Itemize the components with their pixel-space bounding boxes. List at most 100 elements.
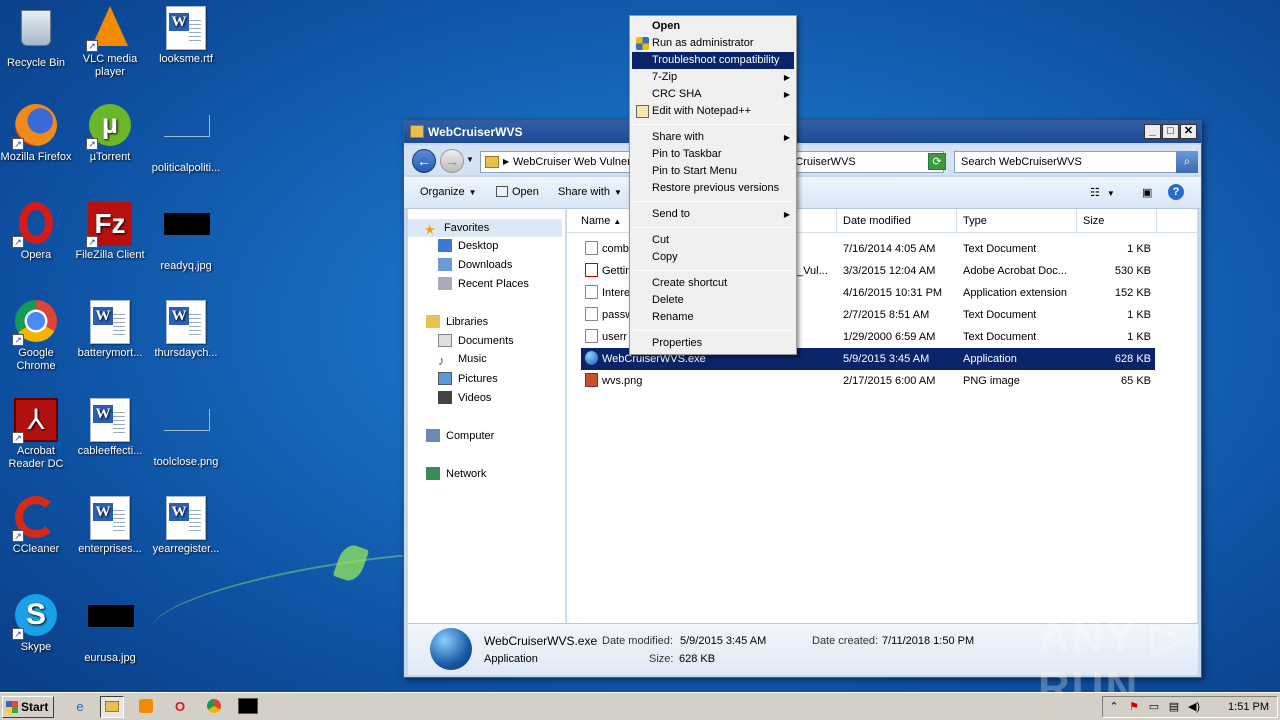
window-titlebar[interactable]: WebCruiserWVS _ □ ✕	[404, 121, 1201, 143]
taskbar-opera-icon[interactable]: O	[168, 696, 192, 718]
desktop-icon-thursdaych[interactable]: W thursdaych...	[148, 300, 224, 360]
search-icon[interactable]: ⌕	[1176, 151, 1198, 173]
nav-desktop[interactable]: Desktop	[438, 239, 498, 252]
view-options-icon[interactable]: ☷ ▼	[1090, 186, 1115, 199]
organize-button[interactable]: Organize ▼	[420, 186, 477, 198]
desktop-icon-opera[interactable]: ↗ Opera	[0, 202, 74, 262]
menu-copy[interactable]: Copy	[632, 249, 794, 266]
details-date-modified-label: Date modified:	[602, 635, 673, 647]
computer-icon	[426, 429, 440, 442]
forward-button[interactable]: →	[440, 149, 464, 173]
submenu-arrow-icon: ▶	[783, 210, 790, 219]
taskbar-clock[interactable]: 1:51 PM	[1228, 701, 1269, 713]
start-button[interactable]: Start	[2, 696, 54, 718]
word-document-icon: W	[88, 398, 132, 442]
volume-icon[interactable]: ◀)	[1187, 700, 1201, 714]
taskbar-ie-icon[interactable]: e	[68, 696, 92, 718]
close-button[interactable]: ✕	[1180, 124, 1197, 139]
minimize-button[interactable]: _	[1144, 124, 1161, 139]
desktop-icon-batterymort[interactable]: W batterymort...	[72, 300, 148, 360]
submenu-arrow-icon: ▶	[783, 90, 790, 99]
desktop-icon-toolclose[interactable]: toolclose.png	[148, 398, 224, 469]
menu-troubleshoot-compatibility[interactable]: Troubleshoot compatibility	[632, 52, 794, 69]
desktop-icon-cableeffecti[interactable]: W cableeffecti...	[72, 398, 148, 458]
back-button[interactable]: ←	[412, 149, 436, 173]
help-icon[interactable]: ?	[1168, 184, 1184, 200]
desktop-icon-yearregister[interactable]: W yearregister...	[148, 496, 224, 556]
menu-pin-taskbar[interactable]: Pin to Taskbar	[632, 146, 794, 163]
taskbar-chrome-icon[interactable]	[202, 696, 226, 718]
menu-delete[interactable]: Delete	[632, 292, 794, 309]
desktop-icon-ccleaner[interactable]: ↗ CCleaner	[0, 496, 74, 556]
nav-favorites[interactable]: ★ Favorites	[408, 219, 562, 237]
menu-open[interactable]: Open	[632, 18, 794, 35]
desktop-icon-filezilla[interactable]: Fz ↗ FileZilla Client	[72, 202, 148, 262]
context-menu: Open Run as administrator Troubleshoot c…	[629, 15, 797, 355]
documents-icon	[438, 334, 452, 347]
taskbar-media-player-icon[interactable]	[134, 696, 158, 718]
menu-share-with[interactable]: Share with ▶	[632, 129, 794, 146]
vlc-icon: ↗	[86, 6, 132, 52]
desktop-icon-chrome[interactable]: ↗ Google Chrome	[0, 300, 74, 373]
menu-edit-notepad[interactable]: Edit with Notepad++	[632, 103, 794, 120]
nav-network[interactable]: Network	[426, 467, 486, 480]
taskbar-explorer-icon[interactable]	[100, 696, 124, 718]
details-date-created: 7/11/2018 1:50 PM	[882, 635, 975, 647]
column-type[interactable]: Type	[957, 209, 1077, 233]
desktop-icon-acrobat[interactable]: ⅄ ↗ Acrobat Reader DC	[0, 398, 74, 471]
desktop-icon-enterprises[interactable]: W enterprises...	[72, 496, 148, 556]
menu-7zip[interactable]: 7-Zip ▶	[632, 69, 794, 86]
action-center-flag-icon[interactable]: ⚑	[1127, 700, 1141, 714]
display-icon[interactable]: ▭	[1147, 700, 1161, 714]
desktop-icon-firefox[interactable]: ↗ Mozilla Firefox	[0, 104, 74, 164]
menu-crc-sha[interactable]: CRC SHA ▶	[632, 86, 794, 103]
nav-recent-places[interactable]: Recent Places	[438, 277, 529, 290]
menu-restore-versions[interactable]: Restore previous versions	[632, 180, 794, 197]
maximize-button[interactable]: □	[1162, 124, 1179, 139]
menu-properties[interactable]: Properties	[632, 335, 794, 352]
menu-create-shortcut[interactable]: Create shortcut	[632, 275, 794, 292]
desktop-icon-eurusa[interactable]: eurusa.jpg	[72, 594, 148, 665]
menu-send-to[interactable]: Send to ▶	[632, 206, 794, 223]
details-size: 628 KB	[679, 653, 716, 665]
desktop-icon-readyq[interactable]: readyq.jpg	[148, 202, 224, 273]
desktop-icon-recycle-bin[interactable]: Recycle Bin	[0, 6, 74, 70]
column-date-modified[interactable]: Date modified	[837, 209, 957, 233]
network-status-icon[interactable]: ▤	[1167, 700, 1181, 714]
menu-rename[interactable]: Rename	[632, 309, 794, 326]
refresh-button[interactable]: ⟳	[928, 153, 946, 170]
image-thumbnail-icon	[88, 605, 134, 649]
nav-music[interactable]: ♪ Music	[438, 353, 487, 368]
menu-run-as-administrator[interactable]: Run as administrator	[632, 35, 794, 52]
desktop-icon-utorrent[interactable]: µ ↗ µTorrent	[72, 104, 148, 164]
nav-videos[interactable]: Videos	[438, 391, 491, 404]
nav-pictures[interactable]: Pictures	[438, 372, 498, 385]
column-size[interactable]: Size	[1077, 209, 1157, 233]
desktop-icon-vlc[interactable]: ↗ VLC media player	[72, 6, 148, 79]
details-size-label: Size:	[649, 653, 674, 665]
image-file-icon	[585, 373, 598, 387]
desktop-icon-politicalpoliti[interactable]: politicalpoliti...	[148, 104, 224, 175]
nav-downloads[interactable]: Downloads	[438, 258, 512, 271]
menu-cut[interactable]: Cut	[632, 232, 794, 249]
explorer-window: WebCruiserWVS _ □ ✕ ← → ▼ ▶ WebCruiser W…	[403, 120, 1202, 678]
show-hidden-icons-icon[interactable]: ⌃	[1107, 700, 1121, 714]
desktop-icon-looksme[interactable]: W looksme.rtf	[148, 6, 224, 66]
notepad-icon	[636, 105, 649, 118]
recent-pages-dropdown[interactable]: ▼	[466, 155, 474, 164]
menu-pin-start[interactable]: Pin to Start Menu	[632, 163, 794, 180]
nav-libraries[interactable]: Libraries	[426, 315, 488, 328]
pdf-file-icon	[585, 263, 598, 277]
nav-documents[interactable]: Documents	[438, 334, 514, 347]
desktop-icon-skype[interactable]: S ↗ Skype	[0, 594, 74, 654]
share-with-button[interactable]: Share with ▼	[558, 186, 622, 198]
breadcrumb-parent[interactable]: WebCruiser Web Vulner	[513, 156, 631, 168]
utorrent-icon: µ ↗	[86, 104, 132, 150]
taskbar-terminal-icon[interactable]	[236, 696, 260, 718]
file-row[interactable]: wvs.png 2/17/2015 6:00 AM PNG image 65 K…	[581, 370, 1155, 392]
nav-computer[interactable]: Computer	[426, 429, 494, 442]
open-button[interactable]: Open	[496, 186, 539, 198]
search-input[interactable]: Search WebCruiserWVS ⌕	[954, 151, 1198, 173]
filezilla-icon: Fz ↗	[86, 202, 132, 248]
preview-pane-icon[interactable]: ▣	[1142, 186, 1152, 199]
